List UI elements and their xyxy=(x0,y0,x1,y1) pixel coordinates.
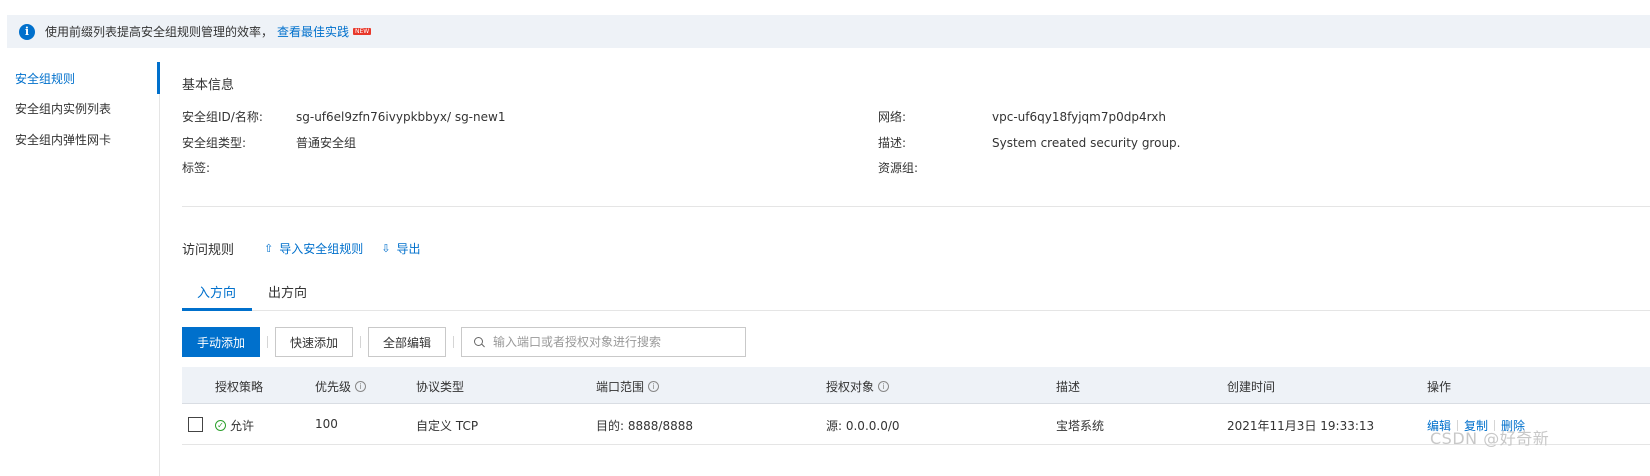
new-badge: NEW xyxy=(353,28,372,35)
info-label: 安全组ID/名称: xyxy=(182,110,263,124)
quick-add-button[interactable]: 快速添加 xyxy=(275,327,354,357)
rules-toolbar: 手动添加 快速添加 全部编辑 xyxy=(182,327,747,357)
toolbar-separator xyxy=(360,336,362,348)
row-checkbox[interactable] xyxy=(188,417,203,432)
info-label: 安全组类型: xyxy=(182,136,247,150)
info-banner: i 使用前缀列表提高安全组规则管理的效率， 查看最佳实践 NEW xyxy=(7,15,1650,48)
cell-protocol: 自定义 TCP xyxy=(416,419,479,433)
import-rules-link[interactable]: ⇧ 导入安全组规则 xyxy=(264,240,363,257)
toolbar-separator xyxy=(267,336,269,348)
info-label: 资源组: xyxy=(878,161,919,175)
upload-icon: ⇧ xyxy=(264,241,274,255)
best-practice-link[interactable]: 查看最佳实践 xyxy=(277,23,349,40)
help-icon[interactable]: i xyxy=(878,381,890,392)
info-row-type: 安全组类型: 普通安全组 xyxy=(182,134,862,152)
column-header-policy: 授权策略 xyxy=(215,380,264,394)
export-link[interactable]: ⇩ 导出 xyxy=(381,240,420,257)
info-icon: i xyxy=(19,23,35,40)
cell-created: 2021年11月3日 19:33:13 xyxy=(1227,419,1375,433)
info-row-description: 描述: System created security group. xyxy=(878,134,1578,152)
sidebar-item-eni-list[interactable]: 安全组内弹性网卡 xyxy=(15,130,111,150)
cell-priority: 100 xyxy=(315,417,338,431)
cell-description: 宝塔系统 xyxy=(1056,419,1105,433)
help-icon[interactable]: i xyxy=(355,381,367,392)
column-header-protocol: 协议类型 xyxy=(416,380,465,394)
download-icon: ⇩ xyxy=(381,241,391,255)
info-label: 标签: xyxy=(182,161,211,175)
column-header-created: 创建时间 xyxy=(1227,380,1276,394)
column-header-actions: 操作 xyxy=(1427,380,1452,394)
info-row-network: 网络: vpc-uf6qy18fyjqm7p0dp4rxh xyxy=(878,108,1578,126)
column-header-priority: 优先级 i xyxy=(315,378,367,395)
cell-source: 源: 0.0.0.0/0 xyxy=(826,419,900,433)
section-divider xyxy=(182,206,1650,207)
active-tab-underline xyxy=(182,308,252,311)
rules-header: 访问规则 ⇧ 导入安全组规则 ⇩ 导出 xyxy=(182,238,420,258)
info-row-id: 安全组ID/名称: sg-uf6el9zfn76ivypkbbyx/ sg-ne… xyxy=(182,108,862,126)
manual-add-button[interactable]: 手动添加 xyxy=(182,327,261,357)
info-value: sg-uf6el9zfn76ivypkbbyx/ sg-new1 xyxy=(296,110,506,124)
sidebar-item-security-rules[interactable]: 安全组规则 xyxy=(15,69,75,89)
column-header-port: 端口范围 i xyxy=(596,378,660,395)
tab-outbound[interactable]: 出方向 xyxy=(268,282,307,310)
info-label: 描述: xyxy=(878,136,907,150)
check-circle-icon: ✓ xyxy=(215,420,226,431)
info-label: 网络: xyxy=(878,110,907,124)
export-label: 导出 xyxy=(396,241,421,256)
column-header-source: 授权对象 i xyxy=(826,378,890,395)
info-row-tags: 标签: xyxy=(182,159,862,177)
info-value: System created security group. xyxy=(992,136,1181,150)
banner-text: 使用前缀列表提高安全组规则管理的效率， xyxy=(45,25,274,39)
basic-info-title: 基本信息 xyxy=(182,78,235,93)
info-value: vpc-uf6qy18fyjqm7p0dp4rxh xyxy=(992,110,1166,124)
column-header-description: 描述 xyxy=(1056,380,1081,394)
cell-port: 目的: 8888/8888 xyxy=(596,419,693,433)
toolbar-separator xyxy=(453,336,455,348)
rules-title: 访问规则 xyxy=(182,242,235,258)
cell-policy: ✓ 允许 xyxy=(215,417,254,434)
import-rules-label: 导入安全组规则 xyxy=(279,241,364,256)
info-value: 普通安全组 xyxy=(296,136,357,150)
search-box[interactable] xyxy=(461,327,747,357)
help-icon[interactable]: i xyxy=(648,381,660,392)
info-row-resource-group: 资源组: xyxy=(878,159,1578,177)
search-input[interactable] xyxy=(493,335,734,349)
tab-inbound[interactable]: 入方向 xyxy=(197,282,236,310)
sidebar-item-instance-list[interactable]: 安全组内实例列表 xyxy=(15,99,111,119)
sidebar: 安全组规则 安全组内实例列表 安全组内弹性网卡 xyxy=(0,62,160,476)
direction-tabs: 入方向 出方向 xyxy=(182,276,1650,311)
sidebar-active-indicator xyxy=(157,62,160,94)
watermark: CSDN @好奇新 xyxy=(1430,429,1550,448)
edit-all-button[interactable]: 全部编辑 xyxy=(368,327,447,357)
table-header: 授权策略 优先级 i 协议类型 端口范围 i 授权对象 i 描述 创建时间 操作 xyxy=(182,367,1650,404)
search-icon xyxy=(474,336,485,348)
